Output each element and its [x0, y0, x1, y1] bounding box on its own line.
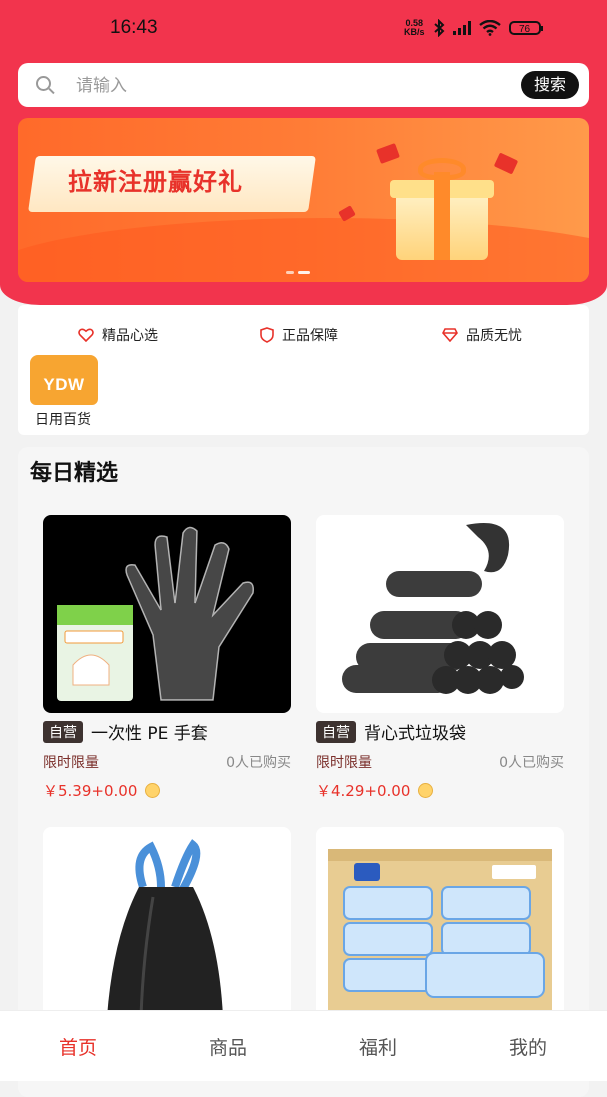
purchase-count: 0人已购买 [226, 755, 291, 771]
net-speed-unit: KB/s [404, 27, 425, 37]
battery-icon: 76 [508, 21, 543, 35]
limited-offer-label: 限时限量 [316, 755, 372, 771]
cellular-signal-icon [452, 21, 471, 35]
coin-icon [145, 783, 161, 798]
pagination-dot-active [298, 271, 310, 274]
product-image[interactable] [316, 515, 564, 713]
tab-products[interactable]: 商品 [188, 1033, 268, 1060]
feature-item: 精品心选 [78, 325, 158, 345]
feature-label: 品质无忧 [466, 328, 522, 344]
gift-box-ribbon [434, 172, 450, 260]
category-item-daily-goods[interactable]: YDW 日用百货 [28, 355, 98, 429]
shield-icon [260, 327, 274, 343]
status-bar: 16:43 0.58 KB/s 76 [0, 0, 607, 58]
status-icons: 0.58 KB/s 76 [404, 18, 543, 38]
search-bar: 搜索 [18, 63, 589, 107]
daily-picks-section: 每日精选 自营 一次性 PE 手套 限时限量 0人已购买 ￥5.39+0.00 [18, 447, 589, 1097]
garbage-bag-rolls-image [342, 523, 524, 694]
product-card[interactable]: 自营 一次性 PE 手套 限时限量 0人已购买 ￥5.39+0.00 [43, 515, 291, 801]
section-title: 每日精选 [30, 461, 119, 486]
search-input[interactable] [74, 71, 508, 101]
diamond-icon [442, 328, 458, 342]
feature-card: 精品心选 正品保障 品质无忧 YDW 日用百货 [18, 305, 589, 435]
feature-label: 正品保障 [282, 328, 338, 344]
bluetooth-icon [433, 19, 444, 37]
net-speed: 0.58 KB/s [404, 19, 425, 37]
product-price: ￥4.29+0.00 [316, 782, 411, 800]
banner-title: 拉新注册赢好礼 [68, 168, 243, 196]
product-image[interactable] [43, 515, 291, 713]
coin-icon [418, 783, 434, 798]
category-label: 日用百货 [35, 412, 91, 428]
product-title: 背心式垃圾袋 [364, 724, 466, 744]
self-operated-badge: 自营 [316, 720, 356, 743]
product-card[interactable] [316, 827, 564, 1025]
heart-icon [78, 328, 94, 342]
banner-pagination [286, 271, 310, 274]
promo-banner[interactable]: 拉新注册赢好礼 [18, 118, 589, 282]
status-time: 16:43 [110, 17, 158, 38]
bottom-tab-bar: 首页 商品 福利 我的 [0, 1010, 607, 1081]
product-image[interactable] [316, 827, 564, 1025]
pagination-dot [286, 271, 294, 274]
feature-item: 正品保障 [260, 325, 338, 345]
drawstring-bag-image [107, 839, 223, 1018]
red-envelope-icon [493, 152, 519, 175]
feature-label: 精品心选 [102, 328, 158, 344]
wifi-icon [478, 20, 501, 36]
tab-mine[interactable]: 我的 [488, 1033, 568, 1060]
product-card[interactable]: 自营 背心式垃圾袋 限时限量 0人已购买 ￥4.29+0.00 [316, 515, 564, 801]
purchase-count: 0人已购买 [499, 755, 564, 771]
product-title: 一次性 PE 手套 [91, 724, 208, 744]
gift-box-bow [418, 158, 466, 180]
ydw-logo-icon: YDW [30, 355, 98, 405]
tab-home[interactable]: 首页 [38, 1033, 118, 1060]
product-price: ￥5.39+0.00 [43, 782, 138, 800]
wet-wipes-box-image [328, 849, 552, 1025]
category-logo-text: YDW [43, 375, 85, 394]
limited-offer-label: 限时限量 [43, 755, 99, 771]
self-operated-badge: 自营 [43, 720, 83, 743]
glove-image [57, 526, 255, 701]
red-envelope-icon [376, 143, 400, 164]
feature-item: 品质无忧 [442, 325, 522, 345]
product-image[interactable] [43, 827, 291, 1025]
product-card[interactable] [43, 827, 291, 1025]
search-icon [36, 76, 51, 91]
tab-benefits[interactable]: 福利 [338, 1033, 418, 1060]
search-button[interactable]: 搜索 [521, 71, 579, 99]
